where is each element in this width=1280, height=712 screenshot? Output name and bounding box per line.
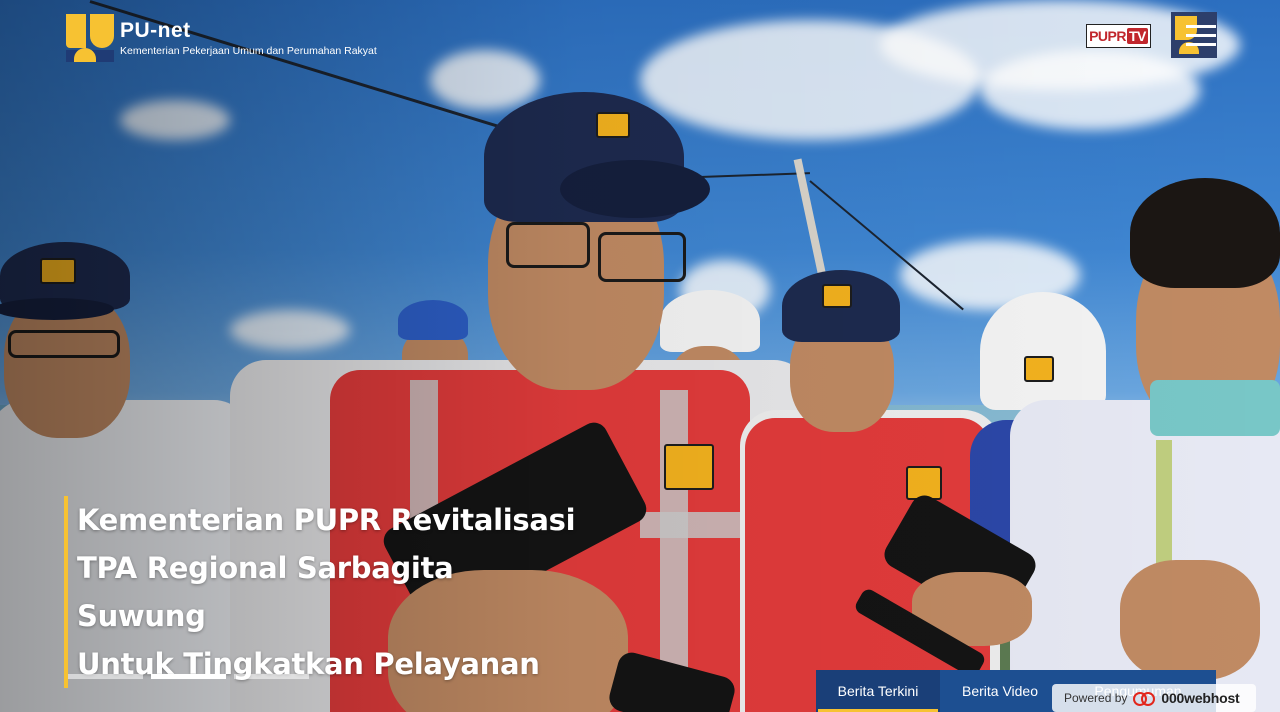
tab-berita-terkini[interactable]: Berita Terkini <box>816 670 940 712</box>
brand-text: PU-net Kementerian Pekerjaan Umum dan Pe… <box>120 14 377 58</box>
powered-by-badge[interactable]: Powered by 000webhost <box>1052 684 1256 712</box>
brand-subtitle: Kementerian Pekerjaan Umum dan Perumahan… <box>120 45 377 57</box>
slide-indicators <box>68 674 309 679</box>
pupr-tv-logo-text: PUPR <box>1089 28 1126 44</box>
slide-indicator-1[interactable] <box>68 674 143 679</box>
slide-headline[interactable]: Kementerian PUPR Revitalisasi TPA Region… <box>64 496 584 688</box>
powered-by-label: Powered by <box>1064 691 1128 705</box>
hamburger-menu-icon <box>1186 25 1216 28</box>
pupr-tv-logo[interactable]: PUPR TV <box>1086 24 1151 48</box>
tab-berita-video[interactable]: Berita Video <box>940 670 1060 712</box>
headline-line: TPA Regional Sarbagita Suwung <box>77 551 454 633</box>
site-logo[interactable]: PU-net Kementerian Pekerjaan Umum dan Pe… <box>66 14 377 62</box>
webhost-logo-icon <box>1133 691 1156 706</box>
headline-line: Kementerian PUPR Revitalisasi <box>77 503 576 537</box>
menu-button[interactable] <box>1171 12 1217 58</box>
headline-title: Kementerian PUPR Revitalisasi TPA Region… <box>77 496 584 688</box>
slide-indicator-3[interactable] <box>234 674 309 679</box>
pu-logo-icon <box>66 14 114 62</box>
slide-indicator-2[interactable] <box>151 674 226 679</box>
powered-by-name: 000webhost <box>1161 690 1240 706</box>
brand-name: PU-net <box>120 19 191 42</box>
pupr-tv-logo-suffix: TV <box>1127 28 1148 44</box>
